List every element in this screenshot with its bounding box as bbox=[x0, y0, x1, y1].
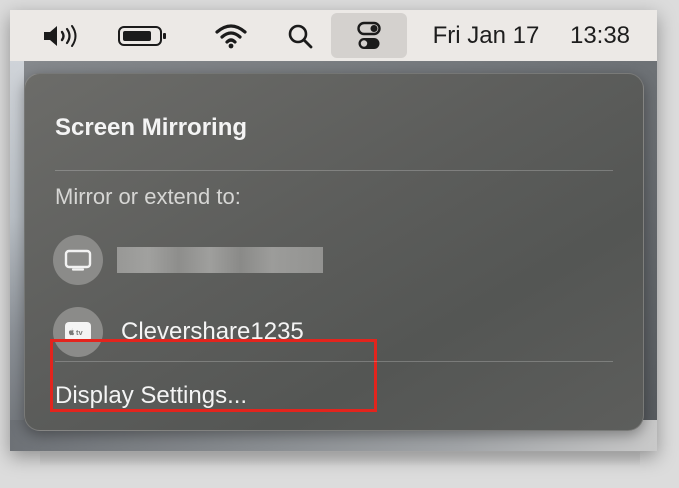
battery-icon[interactable] bbox=[114, 10, 174, 61]
display-settings-link[interactable]: Display Settings... bbox=[55, 382, 247, 410]
volume-icon[interactable] bbox=[32, 10, 92, 61]
divider bbox=[55, 361, 613, 362]
panel-title: Screen Mirroring bbox=[55, 114, 248, 141]
divider bbox=[55, 170, 613, 171]
desktop-wallpaper bbox=[10, 61, 24, 451]
section-label: Mirror or extend to: bbox=[55, 184, 241, 209]
screen-mirroring-panel: Screen Mirroring Mirror or extend to: tv bbox=[24, 73, 644, 431]
device-item-redacted[interactable] bbox=[53, 233, 323, 287]
menu-bar: Fri Jan 17 13:38 bbox=[10, 10, 657, 61]
frame-reflection bbox=[40, 452, 640, 466]
screenshot-frame: Fri Jan 17 13:38 Screen Mirroring Mirror… bbox=[10, 10, 657, 451]
display-icon bbox=[53, 235, 103, 285]
menu-bar-date[interactable]: Fri Jan 17 bbox=[420, 10, 552, 61]
redacted-device-name bbox=[117, 247, 323, 273]
wifi-icon[interactable] bbox=[206, 10, 256, 61]
apple-tv-icon-text: tv bbox=[76, 328, 83, 337]
control-center-icon[interactable] bbox=[331, 13, 407, 58]
menu-bar-time[interactable]: 13:38 bbox=[558, 10, 642, 61]
search-icon[interactable] bbox=[280, 10, 320, 61]
